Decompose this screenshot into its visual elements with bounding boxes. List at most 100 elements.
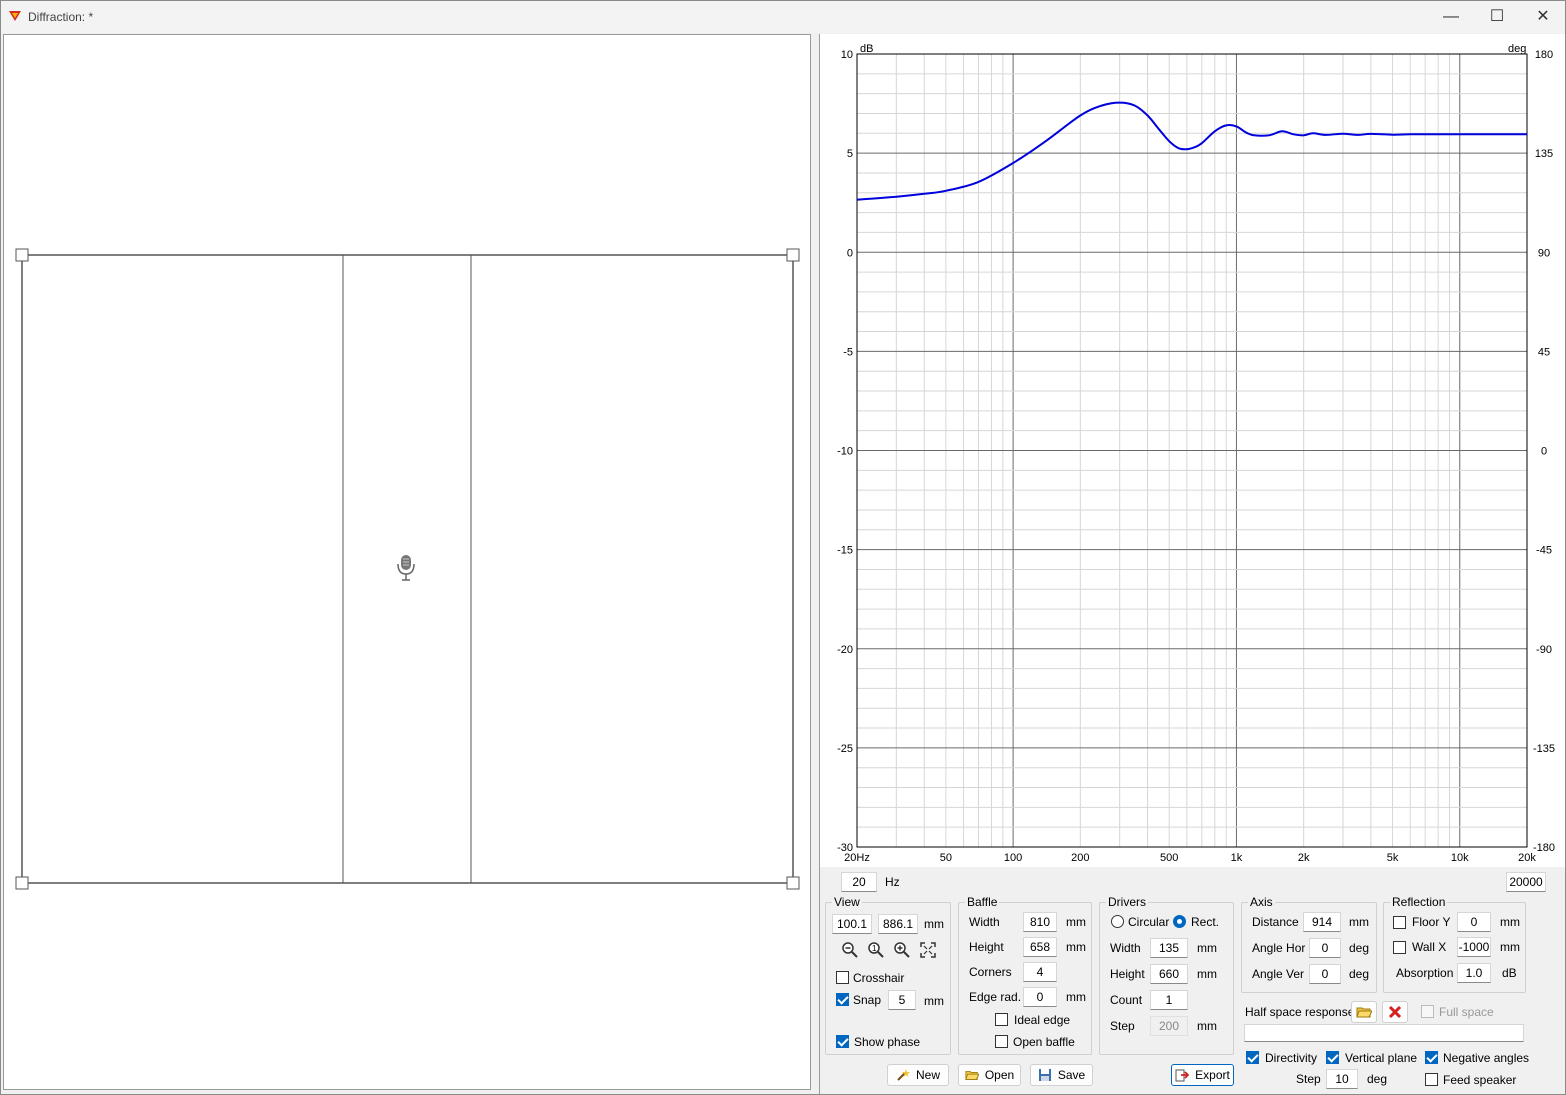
response-chart[interactable]: 10 5 0 -5 -10 -15 -20 -25 -30 180 135 90 45 0 -45 -90-… <box>820 34 1565 867</box>
title-bar: Diffraction: * — ☐ ✕ <box>1 1 1565 33</box>
reflection-group: Reflection Floor Y 0 mm Wall X -1000 mm … <box>1383 895 1526 993</box>
vertical-plane-checkbox[interactable] <box>1326 1051 1339 1064</box>
corners-label: Corners <box>969 965 1012 979</box>
y-tick-label: -10 <box>837 446 853 458</box>
directivity-step-unit: deg <box>1367 1072 1388 1086</box>
baffle-height-input[interactable]: 658 <box>1023 937 1057 957</box>
floor-label: Floor Y <box>1412 915 1451 929</box>
view-x-input[interactable]: 100.1 <box>832 914 872 934</box>
wall-input[interactable]: -1000 <box>1457 937 1491 957</box>
window-title: Diffraction: * <box>28 10 94 24</box>
floor-checkbox[interactable] <box>1393 916 1406 929</box>
freq-max-input[interactable]: 20000 <box>1506 872 1546 892</box>
feed-speaker-label: Feed speaker <box>1443 1073 1517 1087</box>
half-space-file-input[interactable] <box>1244 1024 1524 1042</box>
save-button-label: Save <box>1057 1068 1086 1082</box>
resize-handle-top-right[interactable] <box>786 248 800 262</box>
baffle-width-unit: mm <box>1066 915 1086 929</box>
y-tick-label: 10 <box>841 49 853 61</box>
driver-height-label: Height <box>1110 967 1145 981</box>
zoom-fit-icon[interactable]: 1 <box>866 940 886 960</box>
driver-width-input[interactable]: 135 <box>1150 938 1188 958</box>
open-button[interactable]: Open <box>958 1064 1021 1086</box>
freq-min-input[interactable]: 20 <box>841 872 877 892</box>
driver-height-input[interactable]: 660 <box>1150 964 1188 984</box>
x-tick-label: 20k <box>1518 852 1536 864</box>
microphone-icon[interactable] <box>397 555 415 581</box>
directivity-checkbox[interactable] <box>1246 1051 1259 1064</box>
show-phase-label: Show phase <box>854 1035 921 1049</box>
angle-hor-unit: deg <box>1349 941 1370 955</box>
snap-value-input[interactable]: 5 <box>888 990 916 1010</box>
negative-angles-checkbox[interactable] <box>1425 1051 1438 1064</box>
zoom-out-icon[interactable] <box>840 940 860 960</box>
response-curve <box>856 101 1527 201</box>
baffle-height-label: Height <box>969 940 1004 954</box>
export-icon <box>1175 1069 1190 1082</box>
resize-handle-top-left[interactable] <box>15 248 29 262</box>
x-tick-label: 500 <box>1160 852 1178 864</box>
y2-tick-label: 180 <box>1535 49 1553 61</box>
baffle-width-input[interactable]: 810 <box>1023 912 1057 932</box>
y2-tick-label: -90 <box>1536 644 1552 656</box>
new-button-label: New <box>915 1068 940 1082</box>
driver-count-input[interactable]: 1 <box>1150 990 1188 1010</box>
zoom-in-icon[interactable] <box>892 940 912 960</box>
open-button-label: Open <box>984 1068 1015 1082</box>
view-unit-label: mm <box>924 917 944 931</box>
baffle-group: Baffle Width 810 mm Height 658 mm Corner… <box>958 895 1092 1055</box>
edge-rad-input[interactable]: 0 <box>1023 987 1057 1007</box>
corners-input[interactable]: 4 <box>1023 962 1057 982</box>
feed-speaker-checkbox[interactable] <box>1425 1073 1438 1086</box>
close-button[interactable]: ✕ <box>1520 1 1566 33</box>
export-button[interactable]: Export <box>1171 1064 1234 1086</box>
y2-tick-label: 135 <box>1535 148 1553 160</box>
full-space-checkbox[interactable] <box>1421 1005 1434 1018</box>
floor-input[interactable]: 0 <box>1457 912 1491 932</box>
baffle-canvas[interactable] <box>3 34 811 1090</box>
y-tick-label: -20 <box>837 644 853 656</box>
absorption-unit: dB <box>1502 966 1517 980</box>
show-phase-checkbox[interactable] <box>836 1035 849 1048</box>
y2-tick-label: -135 <box>1533 743 1555 755</box>
angle-ver-unit: deg <box>1349 967 1370 981</box>
maximize-button[interactable]: ☐ <box>1474 1 1520 33</box>
baffle-height-unit: mm <box>1066 940 1086 954</box>
save-disk-icon <box>1038 1069 1051 1081</box>
resize-handle-bottom-left[interactable] <box>15 876 29 890</box>
distance-input[interactable]: 914 <box>1303 912 1341 932</box>
minimize-button[interactable]: — <box>1428 1 1474 33</box>
folder-open-icon <box>965 1071 979 1080</box>
rect-radio[interactable] <box>1173 915 1186 928</box>
resize-handle-bottom-right[interactable] <box>786 876 800 890</box>
chart-svg[interactable]: 1050-5-10-15-20-25-30 18013590450-45-90-… <box>820 34 1565 867</box>
vertical-plane-label: Vertical plane <box>1345 1051 1418 1065</box>
y2-tick-label: -45 <box>1536 545 1552 557</box>
clear-half-space-button[interactable] <box>1382 1001 1408 1023</box>
open-baffle-checkbox[interactable] <box>995 1035 1008 1048</box>
driver-step-input[interactable]: 200 <box>1150 1016 1188 1036</box>
pane-splitter[interactable] <box>812 34 818 1094</box>
absorption-input[interactable]: 1.0 <box>1457 963 1491 983</box>
directivity-step-input[interactable]: 10 <box>1326 1069 1358 1089</box>
driver-width-label: Width <box>1110 941 1141 955</box>
reflection-group-title: Reflection <box>1390 895 1448 909</box>
wall-checkbox[interactable] <box>1393 941 1406 954</box>
save-button[interactable]: Save <box>1030 1064 1093 1086</box>
view-y-input[interactable]: 886.1 <box>878 914 918 934</box>
y2-tick-label: 0 <box>1541 446 1547 458</box>
angle-ver-input[interactable]: 0 <box>1309 964 1341 984</box>
x-tick-label: 5k <box>1387 852 1399 864</box>
circular-radio[interactable] <box>1111 915 1124 928</box>
open-half-space-button[interactable] <box>1351 1001 1377 1023</box>
baffle-drawing[interactable] <box>4 35 810 1089</box>
angle-hor-label: Angle Hor <box>1252 941 1306 955</box>
snap-checkbox[interactable] <box>836 993 849 1006</box>
ideal-edge-checkbox[interactable] <box>995 1013 1008 1026</box>
app-window: Diffraction: * — ☐ ✕ 10 5 0 -5 -10 -15 -… <box>0 0 1566 1095</box>
angle-hor-input[interactable]: 0 <box>1309 938 1341 958</box>
wall-unit: mm <box>1500 940 1520 954</box>
new-button[interactable]: New <box>887 1064 949 1086</box>
crosshair-checkbox[interactable] <box>836 971 849 984</box>
zoom-extents-icon[interactable] <box>918 940 938 960</box>
